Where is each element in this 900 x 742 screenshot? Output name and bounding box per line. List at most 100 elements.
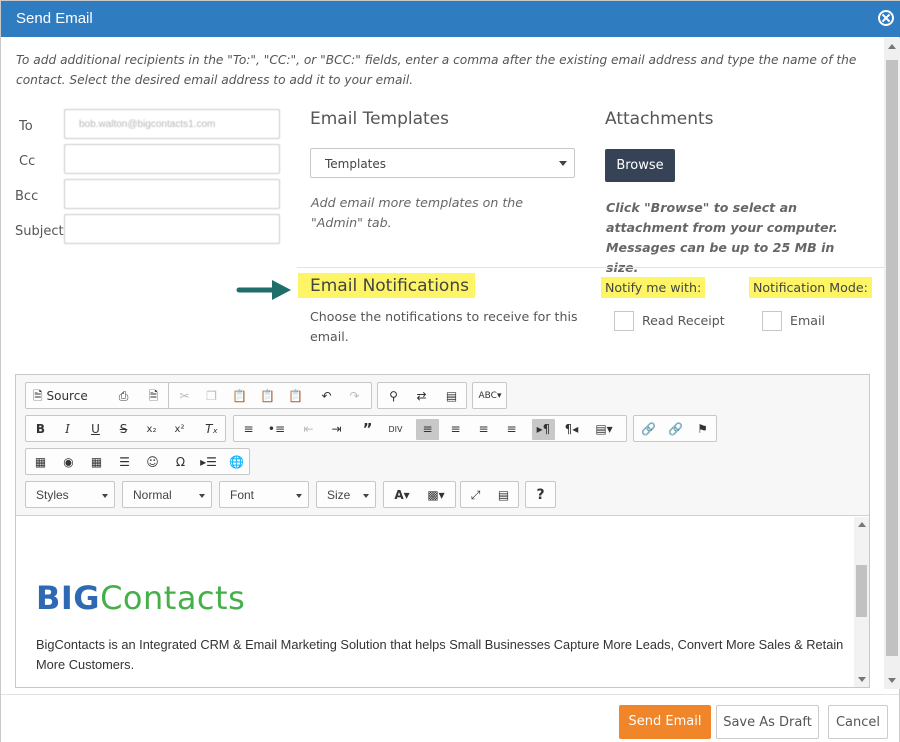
- language-icon[interactable]: ▤▾: [588, 419, 620, 440]
- read-receipt-label: Read Receipt: [642, 313, 725, 328]
- source-label: Source: [46, 389, 88, 403]
- find-icon[interactable]: ⚲: [382, 386, 405, 407]
- source-button[interactable]: 🗎 Source: [29, 386, 93, 407]
- text-color-icon[interactable]: A▾: [387, 485, 417, 506]
- toolbar-group-about: ?: [525, 481, 556, 508]
- close-icon[interactable]: [878, 10, 894, 26]
- paste-word-icon[interactable]: 📋: [284, 386, 307, 407]
- toolbar-group-tools: ⤢ ▤: [460, 481, 519, 508]
- smiley-icon[interactable]: ☺: [141, 452, 164, 473]
- align-center-icon[interactable]: ≡: [444, 419, 467, 440]
- font-combo[interactable]: Font: [219, 481, 309, 508]
- scroll-thumb[interactable]: [856, 565, 867, 617]
- send-email-dialog: Send Email To add additional recipients …: [0, 0, 900, 742]
- to-input[interactable]: bob.walton@bigcontacts1.com: [64, 109, 280, 139]
- spellcheck-icon[interactable]: ABC▾: [476, 386, 504, 407]
- subject-input[interactable]: [64, 214, 280, 244]
- arrow-right-icon: [236, 280, 291, 300]
- remove-format-icon[interactable]: Tₓ: [200, 419, 223, 440]
- copy-icon[interactable]: ❐: [200, 386, 223, 407]
- notify-me-label: Notify me with:: [601, 277, 706, 298]
- flash-icon[interactable]: ◉: [57, 452, 80, 473]
- scroll-down-icon[interactable]: [888, 678, 896, 683]
- scroll-down-icon[interactable]: [858, 677, 866, 682]
- cc-input[interactable]: [64, 144, 280, 174]
- format-combo[interactable]: Normal: [122, 481, 212, 508]
- scroll-up-icon[interactable]: [858, 522, 866, 527]
- subject-label: Subject: [15, 224, 64, 239]
- save-draft-button[interactable]: Save As Draft: [716, 705, 819, 739]
- toolbar-group-paragraph: ≡ •≡ ⇤ ⇥ ” DIV ≡ ≡ ≡ ≡ ▸¶ ¶◂ ▤▾: [233, 415, 627, 442]
- help-icon[interactable]: ?: [529, 485, 552, 506]
- replace-icon[interactable]: ⇄: [410, 386, 433, 407]
- bigcontacts-logo: BIGContacts: [36, 579, 246, 617]
- templates-select[interactable]: Templates: [310, 148, 575, 178]
- dialog-title: Send Email: [16, 10, 93, 27]
- paste-text-icon[interactable]: 📋: [256, 386, 279, 407]
- maximize-icon[interactable]: ⤢: [464, 485, 487, 506]
- scroll-up-icon[interactable]: [888, 44, 896, 49]
- send-email-button[interactable]: Send Email: [619, 705, 711, 739]
- toolbar-group-find: ⚲ ⇄ ▤: [377, 382, 467, 409]
- indent-icon[interactable]: ⇥: [325, 419, 348, 440]
- ltr-icon[interactable]: ▸¶: [532, 419, 555, 440]
- select-all-icon[interactable]: ▤: [440, 386, 463, 407]
- chevron-down-icon: [199, 494, 205, 498]
- read-receipt-checkbox[interactable]: [614, 311, 634, 331]
- italic-icon[interactable]: I: [56, 419, 79, 440]
- dialog-titlebar: Send Email: [1, 1, 900, 37]
- unlink-icon[interactable]: 🔗: [664, 419, 687, 440]
- cancel-button[interactable]: Cancel: [828, 705, 888, 739]
- bg-color-icon[interactable]: ▩▾: [421, 485, 451, 506]
- subscript-icon[interactable]: x₂: [140, 419, 163, 440]
- outdent-icon[interactable]: ⇤: [297, 419, 320, 440]
- page-break-icon[interactable]: ▸☰: [197, 452, 220, 473]
- templates-hint: Add email more templates on the "Admin" …: [311, 195, 524, 230]
- cut-icon[interactable]: ✂: [173, 386, 196, 407]
- bulleted-list-icon[interactable]: •≡: [265, 419, 288, 440]
- align-left-icon[interactable]: ≡: [416, 419, 439, 440]
- browse-button[interactable]: Browse: [605, 149, 675, 182]
- bcc-input[interactable]: [64, 179, 280, 209]
- dialog-footer: Send Email Save As Draft Cancel: [1, 694, 899, 742]
- justify-icon[interactable]: ≡: [500, 419, 523, 440]
- bold-icon[interactable]: B: [29, 419, 52, 440]
- editor-toolbar: 🗎 Source ⎙ 🗎 ✂ ❐ 📋 📋 📋 ↶ ↷ ⚲ ⇄ ▤ ABC▾ B …: [16, 375, 869, 516]
- chevron-down-icon: [296, 494, 302, 498]
- editor-content[interactable]: BIGContacts BigContacts is an Integrated…: [16, 517, 854, 687]
- size-combo[interactable]: Size: [316, 481, 376, 508]
- email-mode-label: Email: [790, 313, 825, 328]
- source-icon: 🗎: [33, 389, 43, 403]
- scroll-thumb[interactable]: [886, 60, 898, 656]
- toolbar-group-document: 🗎 Source ⎙ 🗎: [25, 382, 173, 409]
- recipients-help-text: To add additional recipients in the "To:…: [16, 53, 857, 87]
- blockquote-icon[interactable]: ”: [356, 419, 379, 440]
- rtl-icon[interactable]: ¶◂: [560, 419, 583, 440]
- print-icon[interactable]: ⎙: [112, 386, 135, 407]
- email-mode-checkbox[interactable]: [762, 311, 782, 331]
- paste-icon[interactable]: 📋: [228, 386, 251, 407]
- numbered-list-icon[interactable]: ≡: [237, 419, 260, 440]
- iframe-icon[interactable]: 🌐: [225, 452, 248, 473]
- show-blocks-icon[interactable]: ▤: [492, 485, 515, 506]
- toolbar-group-spell: ABC▾: [472, 382, 507, 409]
- table-icon[interactable]: ▦: [85, 452, 108, 473]
- toolbar-group-insert: ▦ ◉ ▦ ☰ ☺ Ω ▸☰ 🌐: [25, 448, 250, 475]
- undo-icon[interactable]: ↶: [315, 386, 338, 407]
- align-right-icon[interactable]: ≡: [472, 419, 495, 440]
- superscript-icon[interactable]: x²: [168, 419, 191, 440]
- strikethrough-icon[interactable]: S: [112, 419, 135, 440]
- styles-combo[interactable]: Styles: [25, 481, 115, 508]
- link-icon[interactable]: 🔗: [637, 419, 660, 440]
- anchor-flag-icon[interactable]: ⚑: [691, 419, 714, 440]
- special-char-icon[interactable]: Ω: [169, 452, 192, 473]
- dialog-scrollbar[interactable]: [884, 38, 900, 689]
- div-icon[interactable]: DIV: [384, 419, 407, 440]
- image-icon[interactable]: ▦: [29, 452, 52, 473]
- underline-icon[interactable]: U: [84, 419, 107, 440]
- redo-icon[interactable]: ↷: [343, 386, 366, 407]
- horizontal-rule-icon[interactable]: ☰: [113, 452, 136, 473]
- preview-icon[interactable]: 🗎: [142, 386, 165, 407]
- editor-scrollbar[interactable]: [854, 517, 869, 687]
- section-divider: [297, 267, 885, 268]
